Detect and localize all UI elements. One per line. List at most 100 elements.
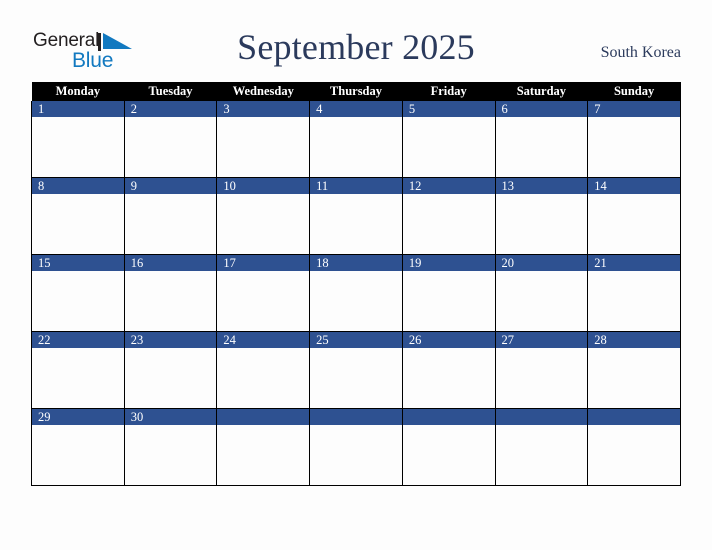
calendar-day-cell[interactable]: 22 <box>31 331 125 409</box>
calendar-day-cell[interactable]: 7 <box>587 101 681 178</box>
day-number: 5 <box>402 101 495 117</box>
calendar-day-cell[interactable]: 1 <box>31 101 125 178</box>
calendar-day-cell[interactable]: 15 <box>31 254 125 332</box>
day-number: 27 <box>495 332 588 348</box>
calendar-day-cell[interactable]: 18 <box>309 254 403 332</box>
day-events-area[interactable] <box>402 425 495 485</box>
day-events-area[interactable] <box>495 117 588 177</box>
day-number: 18 <box>310 255 402 271</box>
day-events-area[interactable] <box>217 117 310 177</box>
day-number: 29 <box>32 409 124 425</box>
weekday-header-sunday: Sunday <box>587 82 681 101</box>
weekday-header-saturday: Saturday <box>495 82 588 101</box>
calendar-week-row: 15 16 17 18 19 20 21 <box>31 254 681 332</box>
calendar-header-row: Monday Tuesday Wednesday Thursday Friday… <box>31 82 681 101</box>
day-events-area[interactable] <box>124 117 217 177</box>
day-number: 17 <box>217 255 310 271</box>
day-number <box>402 409 495 425</box>
day-number: 19 <box>402 255 495 271</box>
day-number: 25 <box>310 332 402 348</box>
calendar-day-cell[interactable]: 4 <box>309 101 403 178</box>
calendar-day-cell[interactable]: 10 <box>216 177 311 255</box>
weekday-header-friday: Friday <box>402 82 496 101</box>
day-events-area[interactable] <box>32 194 124 254</box>
calendar-day-cell[interactable]: 27 <box>494 331 589 409</box>
calendar-day-cell[interactable]: 28 <box>587 331 681 409</box>
day-events-area[interactable] <box>402 194 495 254</box>
calendar-day-cell[interactable]: 5 <box>401 101 496 178</box>
day-events-area[interactable] <box>588 271 680 331</box>
day-number: 3 <box>217 101 310 117</box>
day-events-area[interactable] <box>588 425 680 485</box>
day-events-area[interactable] <box>310 117 402 177</box>
calendar-day-cell-empty[interactable] <box>587 408 681 486</box>
day-events-area[interactable] <box>310 425 402 485</box>
day-events-area[interactable] <box>402 117 495 177</box>
calendar-day-cell[interactable]: 9 <box>123 177 218 255</box>
day-number: 30 <box>124 409 217 425</box>
calendar-day-cell[interactable]: 20 <box>494 254 589 332</box>
calendar-day-cell[interactable]: 12 <box>401 177 496 255</box>
calendar-page: General Blue September 2025 South Korea … <box>0 0 712 550</box>
day-events-area[interactable] <box>124 194 217 254</box>
day-events-area[interactable] <box>124 271 217 331</box>
calendar-day-cell[interactable]: 21 <box>587 254 681 332</box>
day-number: 11 <box>310 178 402 194</box>
day-events-area[interactable] <box>310 348 402 408</box>
day-events-area[interactable] <box>495 425 588 485</box>
calendar-day-cell-empty[interactable] <box>309 408 403 486</box>
day-events-area[interactable] <box>310 271 402 331</box>
calendar-day-cell[interactable]: 26 <box>401 331 496 409</box>
day-events-area[interactable] <box>495 271 588 331</box>
day-events-area[interactable] <box>588 348 680 408</box>
calendar-day-cell[interactable]: 13 <box>494 177 589 255</box>
day-number: 20 <box>495 255 588 271</box>
day-events-area[interactable] <box>588 117 680 177</box>
day-events-area[interactable] <box>217 271 310 331</box>
page-header: General Blue September 2025 South Korea <box>0 0 712 82</box>
day-events-area[interactable] <box>124 425 217 485</box>
day-number <box>495 409 588 425</box>
day-number <box>217 409 310 425</box>
calendar-day-cell[interactable]: 29 <box>31 408 125 486</box>
day-events-area[interactable] <box>32 271 124 331</box>
day-events-area[interactable] <box>32 425 124 485</box>
day-events-area[interactable] <box>32 348 124 408</box>
calendar-day-cell[interactable]: 25 <box>309 331 403 409</box>
calendar-day-cell-empty[interactable] <box>401 408 496 486</box>
day-number: 10 <box>217 178 310 194</box>
day-number: 21 <box>588 255 680 271</box>
day-number: 8 <box>32 178 124 194</box>
day-events-area[interactable] <box>217 348 310 408</box>
calendar-day-cell[interactable]: 3 <box>216 101 311 178</box>
calendar-day-cell[interactable]: 30 <box>123 408 218 486</box>
calendar-day-cell[interactable]: 8 <box>31 177 125 255</box>
day-events-area[interactable] <box>402 271 495 331</box>
day-events-area[interactable] <box>124 348 217 408</box>
day-events-area[interactable] <box>310 194 402 254</box>
calendar-day-cell[interactable]: 19 <box>401 254 496 332</box>
day-events-area[interactable] <box>588 194 680 254</box>
day-events-area[interactable] <box>402 348 495 408</box>
calendar-day-cell[interactable]: 24 <box>216 331 311 409</box>
day-events-area[interactable] <box>495 348 588 408</box>
day-events-area[interactable] <box>495 194 588 254</box>
calendar-day-cell[interactable]: 6 <box>494 101 589 178</box>
calendar-week-row: 22 23 24 25 26 27 28 <box>31 331 681 409</box>
day-events-area[interactable] <box>217 194 310 254</box>
calendar-day-cell[interactable]: 23 <box>123 331 218 409</box>
country-label: South Korea <box>600 44 681 61</box>
day-number: 4 <box>310 101 402 117</box>
calendar-day-cell[interactable]: 16 <box>123 254 218 332</box>
calendar-day-cell[interactable]: 2 <box>123 101 218 178</box>
calendar-day-cell[interactable]: 17 <box>216 254 311 332</box>
day-number: 26 <box>402 332 495 348</box>
day-events-area[interactable] <box>217 425 310 485</box>
calendar-day-cell-empty[interactable] <box>216 408 311 486</box>
day-number: 13 <box>495 178 588 194</box>
day-events-area[interactable] <box>32 117 124 177</box>
calendar-day-cell[interactable]: 14 <box>587 177 681 255</box>
day-number: 23 <box>124 332 217 348</box>
calendar-day-cell-empty[interactable] <box>494 408 589 486</box>
calendar-day-cell[interactable]: 11 <box>309 177 403 255</box>
